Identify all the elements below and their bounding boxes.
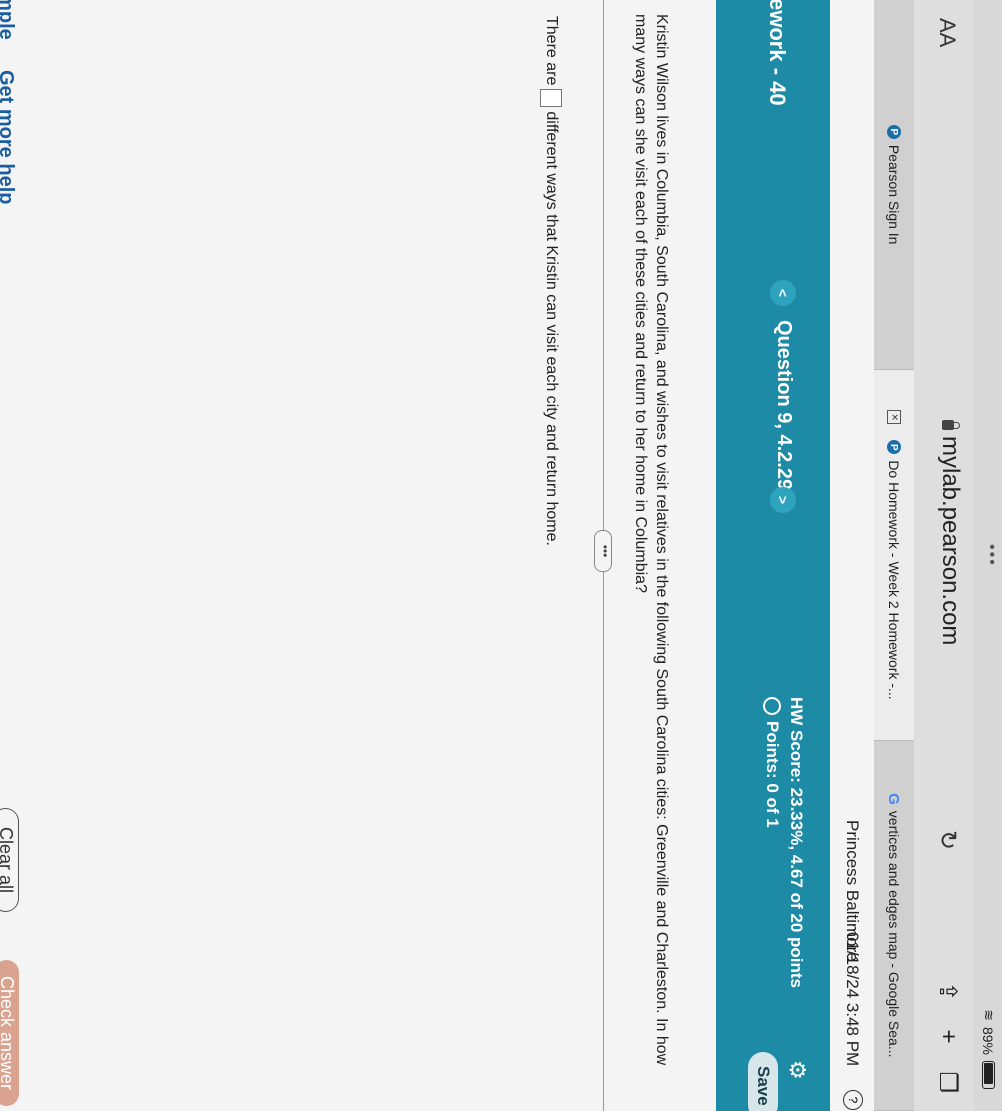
check-answer-button[interactable]: Check answer [0, 960, 19, 1107]
homework-header: ework - 40 < Question 9, 4.2.29 > HW Sco… [716, 0, 830, 1111]
pearson-icon: P [887, 124, 901, 139]
answer-prefix: There are [543, 16, 560, 86]
save-button[interactable]: Save [748, 1052, 778, 1111]
url-text: mylab.pearson.com [937, 436, 964, 646]
points-display: Points: 0 of 1 [762, 697, 782, 828]
status-bar: ••• ≋ 89% [974, 0, 1002, 1111]
points-circle-icon [763, 697, 781, 715]
question-label: Question 9, 4.2.29 [773, 320, 795, 491]
lock-icon [942, 420, 954, 430]
browser-toolbar: ⇪ + ❐ [933, 981, 962, 1093]
footer: ample Get more help Clear all Check answ… [0, 0, 19, 1111]
tab-label: vertices and edges map - Google Sea... [886, 810, 902, 1058]
tab-do-homework[interactable]: × P Do Homework - Week 2 Homework -... [874, 370, 914, 741]
tab-bar: P Pearson Sign In × P Do Homework - Week… [874, 0, 914, 1111]
close-tab-icon[interactable]: × [887, 410, 902, 425]
expand-more-button[interactable]: ••• [594, 530, 612, 572]
google-icon: G [885, 793, 903, 805]
get-more-help-link[interactable]: Get more help [0, 70, 17, 204]
hw-score: HW Score: 23.33%, 4.67 of 20 points [787, 697, 806, 988]
battery-icon [982, 1061, 995, 1089]
previous-question-button[interactable]: < [770, 280, 796, 306]
status-indicators: ≋ 89% [980, 1009, 997, 1089]
current-datetime: 01/18/24 3:48 PM [843, 932, 862, 1067]
question-text: Kristin Wilson lives in Columbia, South … [632, 14, 670, 1066]
new-tab-icon[interactable]: + [933, 1029, 962, 1043]
tab-label: Do Homework - Week 2 Homework -... [886, 460, 902, 700]
settings-gear-icon[interactable]: ⚙ [784, 1060, 810, 1080]
answer-suffix: different ways that Kristin can visit ea… [543, 111, 560, 546]
answer-row: There are different ways that Kristin ca… [540, 16, 562, 546]
pearson-icon: P [887, 440, 901, 455]
clear-all-button[interactable]: Clear all [0, 808, 19, 913]
text-size-button[interactable]: AA [934, 18, 960, 47]
wifi-icon: ≋ [981, 1009, 997, 1021]
share-icon[interactable]: ⇪ [933, 981, 962, 1001]
tab-pearson-sign-in[interactable]: P Pearson Sign In [874, 0, 914, 371]
sample-link[interactable]: ample [0, 0, 17, 40]
points-text: Points: 0 of 1 [763, 721, 782, 828]
answer-input[interactable] [540, 89, 562, 108]
address-bar: AA mylab.pearson.com ↻ ⇪ + ❐ [914, 0, 974, 1111]
homework-title: ework - 40 [765, 0, 790, 106]
url-field[interactable]: mylab.pearson.com [936, 420, 964, 645]
help-icon[interactable]: ? [843, 1090, 863, 1110]
reload-icon[interactable]: ↻ [933, 830, 962, 850]
battery-percent: 89% [980, 1026, 997, 1055]
user-strip: Princess Baltimore 01/18/24 3:48 PM ? [830, 0, 874, 1111]
tab-label: Pearson Sign In [886, 144, 902, 245]
tabs-overview-icon[interactable]: ❐ [933, 1071, 962, 1093]
next-question-button[interactable]: > [770, 487, 796, 513]
tab-google-search[interactable]: G vertices and edges map - Google Sea... [874, 740, 914, 1111]
more-dots-icon[interactable]: ••• [982, 544, 1000, 567]
ipad-screen: ••• ≋ 89% AA mylab.pearson.com ↻ ⇪ + ❐ P… [0, 0, 1002, 1111]
